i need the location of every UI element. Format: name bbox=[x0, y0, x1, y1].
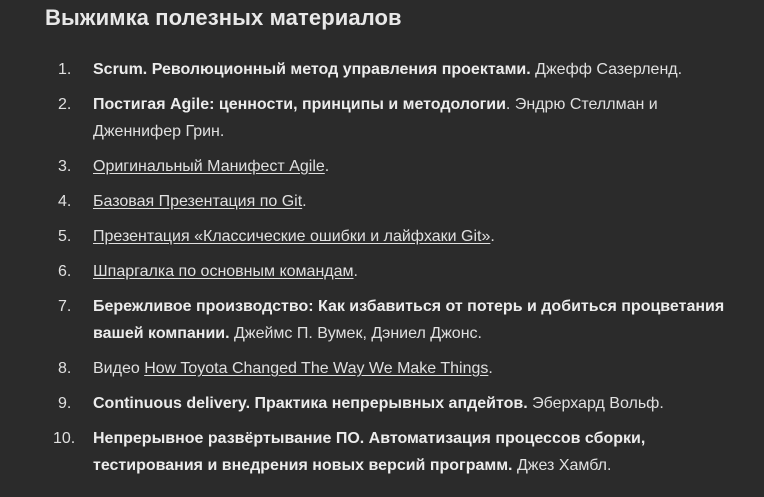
list-number: 7. bbox=[58, 298, 72, 315]
list-number: 4. bbox=[58, 193, 72, 210]
book-title: Постигая Agile: ценности, принципы и мет… bbox=[93, 96, 506, 113]
item-text: . bbox=[488, 360, 493, 377]
item-text: . bbox=[353, 263, 358, 280]
toyota-video-link[interactable]: How Toyota Changed The Way We Make Thing… bbox=[144, 360, 488, 377]
section-heading: Выжимка полезных материалов bbox=[45, 5, 402, 30]
item-text: Джефф Сазерленд. bbox=[530, 61, 683, 78]
list-number: 5. bbox=[58, 228, 72, 245]
item-text: Эберхард Вольф. bbox=[527, 395, 664, 412]
item-text: . bbox=[302, 193, 307, 210]
article-section: Выжимка полезных материалов 1. Scrum. Ре… bbox=[0, 0, 764, 497]
list-number: 8. bbox=[58, 360, 72, 377]
agile-manifesto-link[interactable]: Оригинальный Манифест Agile bbox=[93, 158, 325, 175]
list-item: 7. Бережливое производство: Как избавить… bbox=[0, 293, 764, 347]
materials-list: 1. Scrum. Революционный метод управления… bbox=[0, 56, 764, 487]
list-item: 2. Постигая Agile: ценности, принципы и … bbox=[0, 91, 764, 145]
item-text: . bbox=[324, 158, 330, 175]
list-number: 2. bbox=[58, 96, 72, 113]
list-number: 9. bbox=[58, 395, 72, 412]
item-prefix: Видео bbox=[93, 360, 145, 377]
list-item: 9. Continuous delivery. Практика непреры… bbox=[0, 390, 764, 417]
item-text: Джез Хамбл. bbox=[512, 457, 612, 474]
list-item: 10. Непрерывное развёртывание ПО. Автома… bbox=[0, 425, 764, 479]
git-presentation-link[interactable]: Базовая Презентация по Git bbox=[93, 193, 302, 210]
list-number: 3. bbox=[58, 158, 72, 175]
book-title: Scrum. Революционный метод управления пр… bbox=[93, 61, 531, 78]
book-title: Continuous delivery. Практика непрерывны… bbox=[93, 395, 528, 412]
item-text: Джеймс П. Вумек, Дэниел Джонс. bbox=[229, 325, 482, 342]
list-item: 1. Scrum. Революционный метод управления… bbox=[0, 56, 764, 83]
list-item: 3. Оригинальный Манифест Agile. bbox=[0, 153, 764, 180]
cheatsheet-link[interactable]: Шпаргалка по основным командам bbox=[93, 263, 354, 280]
list-number: 10. bbox=[53, 430, 76, 447]
list-item: 8. Видео How Toyota Changed The Way We M… bbox=[0, 355, 764, 382]
list-item: 6. Шпаргалка по основным командам. bbox=[0, 258, 764, 285]
item-text: . bbox=[490, 228, 495, 245]
list-number: 1. bbox=[58, 61, 72, 78]
list-item: 5. Презентация «Классические ошибки и ла… bbox=[0, 223, 764, 250]
list-item: 4. Базовая Презентация по Git. bbox=[0, 188, 764, 215]
list-number: 6. bbox=[58, 263, 72, 280]
git-mistakes-presentation-link[interactable]: Презентация «Классические ошибки и лайфх… bbox=[93, 228, 490, 245]
